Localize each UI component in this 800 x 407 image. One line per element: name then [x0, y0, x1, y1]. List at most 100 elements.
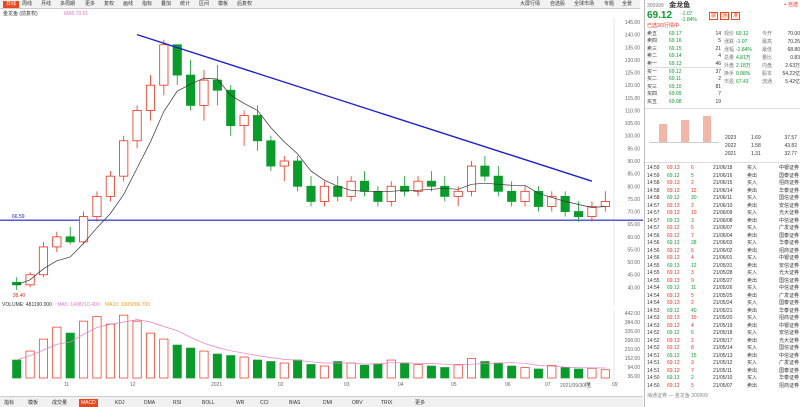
candle-body[interactable] [426, 180, 436, 187]
trade-row[interactable]: 14:55 69.13 12 21/05/31 卖出 安信证券 [647, 263, 799, 270]
candle-body[interactable] [105, 175, 115, 197]
trade-row[interactable]: 14:56 69.13 28 21/06/03 买入 华泰证券 [647, 240, 799, 247]
trade-row[interactable]: 14:53 69.13 19 21/05/20 买入 招商证券 [647, 315, 799, 322]
add-watchlist-button[interactable]: + 自选 [784, 1, 798, 10]
candle-body[interactable] [453, 190, 463, 197]
candle-body[interactable] [145, 84, 156, 111]
volume-bar[interactable] [25, 350, 35, 379]
volume-bar[interactable] [574, 368, 584, 379]
order-book-row[interactable]: 卖一 69.13 46 [647, 61, 721, 68]
candle-body[interactable] [547, 195, 557, 207]
candle-body[interactable] [172, 44, 182, 76]
order-book-row[interactable]: 卖二 69.14 4 [647, 53, 721, 60]
indicator-tab-3[interactable]: MACD [79, 399, 98, 407]
candle-body[interactable] [279, 160, 289, 167]
volume-bar[interactable] [239, 356, 249, 379]
toolbar-item-5[interactable]: 复权 [104, 1, 114, 8]
candle-body[interactable] [319, 185, 329, 202]
candle-body[interactable] [306, 185, 316, 202]
trade-row[interactable]: 14:51 69.12 3 21/05/12 买入 广发证券 [647, 360, 799, 367]
toolbar-right-item-4[interactable]: 大屏行情 [520, 1, 540, 8]
trade-row[interactable]: 14:59 69.13 6 21/06/18 买入 中银证券 [647, 165, 799, 172]
trade-row[interactable]: 14:57 69.13 3 21/06/08 卖出 中信证券 [647, 218, 799, 225]
trade-row[interactable]: 14:56 69.12 7 21/06/04 卖出 国泰证券 [647, 233, 799, 240]
volume-bar[interactable] [12, 359, 22, 379]
volume-bar[interactable] [252, 359, 262, 379]
candle-body[interactable] [199, 79, 209, 106]
candle-body[interactable] [65, 236, 75, 243]
toolbar-item-2[interactable]: 月线 [41, 1, 51, 8]
volume-bar[interactable] [79, 320, 89, 379]
toolbar-item-11[interactable]: 模板 [218, 1, 228, 8]
trade-row[interactable]: 14:56 69.12 4 21/06/01 买入 中银证券 [647, 255, 799, 262]
candle-body[interactable] [574, 211, 584, 218]
indicator-tab-12[interactable]: OBV [350, 399, 365, 407]
toolbar-item-0[interactable]: 日线 [3, 1, 20, 8]
indicator-tab-11[interactable]: DMI [321, 399, 334, 407]
trade-row[interactable]: 14:51 69.13 15 21/05/13 卖出 中信证券 [647, 353, 799, 360]
volume-bar[interactable] [533, 368, 543, 379]
trade-row[interactable]: 14:57 69.12 5 21/06/07 买入 广发证券 [647, 225, 799, 232]
volume-bar[interactable] [547, 364, 557, 379]
volume-bar[interactable] [333, 361, 343, 379]
volume-bar[interactable] [467, 358, 477, 379]
toolbar-item-9[interactable]: 统计 [180, 1, 190, 8]
volume-bar[interactable] [440, 367, 450, 379]
trade-row[interactable]: 14:52 69.12 6 21/05/18 买入 安信证券 [647, 330, 799, 337]
volume-bar[interactable] [520, 367, 530, 379]
trade-row[interactable]: 14:58 69.12 20 21/06/11 买入 国信证券 [647, 195, 799, 202]
toolbar-right-item-3[interactable]: 自选股 [550, 1, 565, 8]
volume-bar[interactable] [226, 355, 236, 379]
volume-bar[interactable] [493, 362, 503, 379]
volume-bar[interactable] [159, 338, 169, 379]
trade-row[interactable]: 14:55 69.12 3 21/05/28 买入 光大证券 [647, 270, 799, 277]
toolbar-item-8[interactable]: 叠加 [161, 1, 171, 8]
trade-row[interactable]: 14:58 69.12 12 21/06/14 卖出 华泰证券 [647, 188, 799, 195]
candle-body[interactable] [600, 201, 610, 207]
volume-bar[interactable] [507, 365, 517, 379]
trade-row[interactable]: 14:53 69.12 4 21/05/19 卖出 中银证券 [647, 323, 799, 330]
candle-body[interactable] [266, 140, 276, 167]
candle-body[interactable] [440, 185, 450, 197]
toolbar-item-7[interactable]: 指标 [142, 1, 152, 8]
toolbar-item-10[interactable]: 区间 [199, 1, 209, 8]
toolbar-right-item-0[interactable]: 全景 [622, 1, 632, 8]
candle-body[interactable] [480, 165, 490, 177]
candle-body[interactable] [159, 44, 169, 86]
indicator-tab-9[interactable]: CCI [258, 399, 271, 407]
volume-bar[interactable] [279, 362, 289, 379]
candlestick-chart[interactable]: 145.00 140.00 135.00 130.00 125.00 120.00 115.… [0, 18, 643, 305]
candle-body[interactable] [212, 79, 222, 91]
volume-bar[interactable] [319, 365, 329, 379]
trade-row[interactable]: 14:50 69.13 2 21/05/10 买入 华泰证券 [647, 375, 799, 382]
volume-bar[interactable] [132, 320, 142, 379]
order-book-row[interactable]: 卖五 69.17 14 [647, 31, 721, 38]
candle-body[interactable] [79, 216, 89, 243]
volume-bar[interactable] [186, 347, 196, 379]
volume-bar[interactable] [65, 332, 75, 379]
indicator-tab-10[interactable]: BIAS [287, 399, 302, 407]
candle-body[interactable] [38, 246, 48, 276]
trade-row[interactable]: 14:59 69.12 5 21/06/16 卖出 国泰证券 [647, 173, 799, 180]
volume-bar[interactable] [413, 364, 423, 379]
toolbar-item-3[interactable]: 多周期 [60, 1, 75, 8]
trade-row[interactable]: 14:53 69.12 40 21/05/21 卖出 华泰证券 [647, 308, 799, 315]
order-book-row[interactable]: 买三 69.10 81 [647, 84, 721, 91]
candle-body[interactable] [132, 110, 142, 142]
order-book-row[interactable]: 买二 69.11 2 [647, 76, 721, 83]
trade-row[interactable]: 14:54 69.13 2 21/05/24 买入 国泰证券 [647, 300, 799, 307]
trade-row[interactable]: 14:50 69.12 5 21/05/07 卖出 招商证券 [647, 383, 799, 390]
volume-bar[interactable] [293, 359, 303, 379]
volume-bar[interactable] [306, 364, 316, 379]
indicator-tab-2[interactable]: 成交量 [50, 399, 69, 407]
candle-body[interactable] [587, 206, 597, 217]
volume-bar[interactable] [52, 326, 62, 379]
indicator-tab-0[interactable]: 指标 [2, 399, 16, 407]
volume-bar[interactable] [600, 369, 610, 379]
candle-body[interactable] [52, 236, 62, 248]
order-book-row[interactable]: 买五 69.08 19 [647, 99, 721, 106]
volume-bar[interactable] [92, 316, 102, 379]
volume-bar[interactable] [38, 338, 48, 379]
volume-bar[interactable] [560, 367, 570, 379]
order-book-row[interactable]: 卖四 69.16 5 [647, 38, 721, 45]
